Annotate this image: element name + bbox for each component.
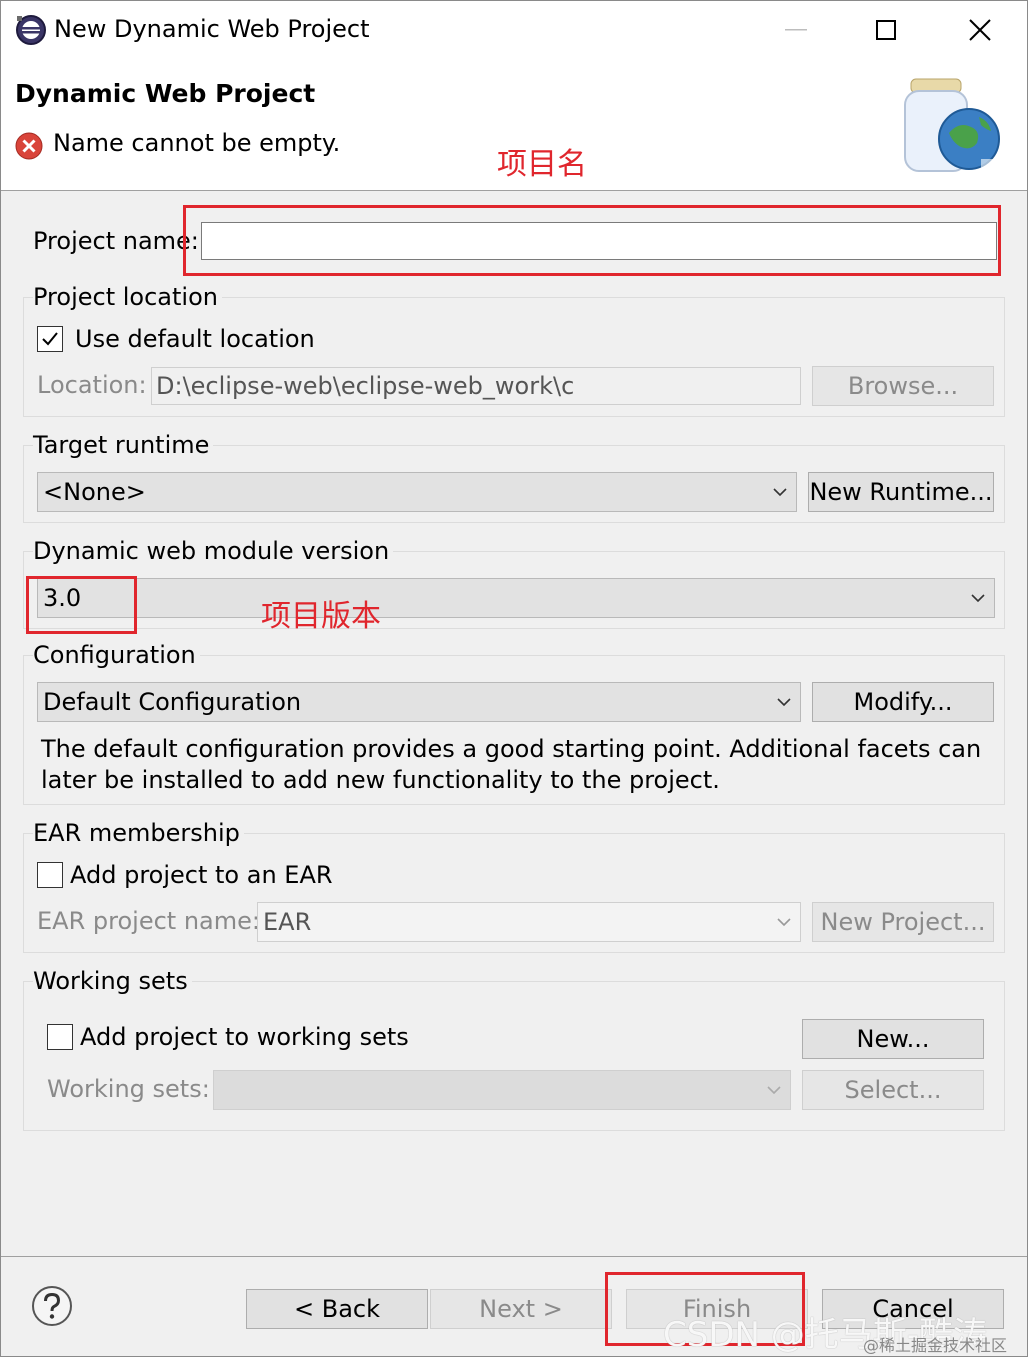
use-default-location-checkbox[interactable]: [37, 326, 63, 352]
project-location-group-label: Project location: [33, 283, 222, 311]
location-value: D:\eclipse-web\eclipse-web_work\c: [156, 372, 575, 400]
close-button[interactable]: [957, 9, 1003, 51]
working-sets-group-label: Working sets: [33, 967, 192, 995]
add-to-ear-label: Add project to an EAR: [70, 861, 333, 889]
working-sets-label: Working sets:: [47, 1075, 210, 1103]
modify-button[interactable]: Modify...: [812, 682, 994, 722]
new-working-set-button[interactable]: New...: [802, 1019, 984, 1059]
ear-project-name-label: EAR project name:: [37, 907, 260, 935]
chevron-down-icon: [971, 594, 985, 603]
chevron-down-icon: [773, 488, 787, 497]
target-runtime-select[interactable]: <None>: [37, 472, 797, 512]
wizard-page-title: Dynamic Web Project: [15, 79, 316, 108]
chevron-down-icon: [767, 1086, 781, 1095]
configuration-value: Default Configuration: [43, 688, 302, 716]
target-runtime-value: <None>: [43, 478, 146, 506]
ear-project-name-value: EAR: [263, 908, 312, 936]
project-name-annotation: 项目名: [497, 147, 587, 182]
module-version-highlight-box: [26, 576, 137, 634]
location-label: Location:: [37, 371, 147, 399]
use-default-location-label: Use default location: [75, 325, 315, 353]
close-icon: [969, 19, 991, 41]
help-icon[interactable]: [31, 1285, 73, 1327]
browse-button[interactable]: Browse...: [812, 366, 994, 406]
working-sets-select[interactable]: [213, 1070, 791, 1110]
maximize-button[interactable]: [863, 9, 909, 51]
chevron-down-icon: [777, 698, 791, 707]
add-to-ear-checkbox[interactable]: [37, 862, 63, 888]
location-input[interactable]: D:\eclipse-web\eclipse-web_work\c: [151, 367, 801, 405]
next-button[interactable]: Next >: [430, 1289, 612, 1329]
add-to-working-sets-checkbox[interactable]: [47, 1024, 73, 1050]
project-name-label: Project name:: [33, 227, 199, 255]
checkmark-icon: [42, 332, 58, 346]
web-jar-globe-icon: [904, 78, 1001, 172]
new-runtime-button[interactable]: New Runtime...: [808, 472, 994, 512]
configuration-group-label: Configuration: [33, 641, 200, 669]
module-version-annotation: 项目版本: [261, 599, 381, 634]
add-to-working-sets-label: Add project to working sets: [80, 1023, 409, 1051]
configuration-description: The default configuration provides a goo…: [41, 735, 982, 794]
error-icon: [15, 132, 43, 160]
eclipse-app-icon: [16, 15, 46, 45]
minimize-icon: [785, 29, 807, 31]
module-version-group-label: Dynamic web module version: [33, 537, 394, 565]
chevron-down-icon: [777, 918, 791, 927]
dialog-window: New Dynamic Web Project Dynamic Web Proj…: [0, 0, 1028, 1357]
ear-membership-group-label: EAR membership: [33, 819, 244, 847]
footer-separator: [1, 1256, 1027, 1257]
ear-project-name-select[interactable]: EAR: [257, 902, 801, 942]
back-button[interactable]: < Back: [246, 1289, 428, 1329]
title-bar: New Dynamic Web Project: [1, 1, 1027, 59]
configuration-select[interactable]: Default Configuration: [37, 682, 801, 722]
watermark-subtext: @稀土掘金技术社区: [863, 1336, 1008, 1355]
target-runtime-group-label: Target runtime: [33, 431, 214, 459]
module-version-select[interactable]: 3.0: [37, 578, 995, 618]
error-message: Name cannot be empty.: [53, 129, 341, 157]
project-name-highlight-box: [183, 205, 1001, 276]
window-title: New Dynamic Web Project: [54, 15, 370, 43]
minimize-button[interactable]: [773, 9, 819, 51]
maximize-icon: [876, 20, 896, 40]
select-working-sets-button[interactable]: Select...: [802, 1070, 984, 1110]
new-ear-project-button[interactable]: New Project...: [812, 902, 994, 942]
